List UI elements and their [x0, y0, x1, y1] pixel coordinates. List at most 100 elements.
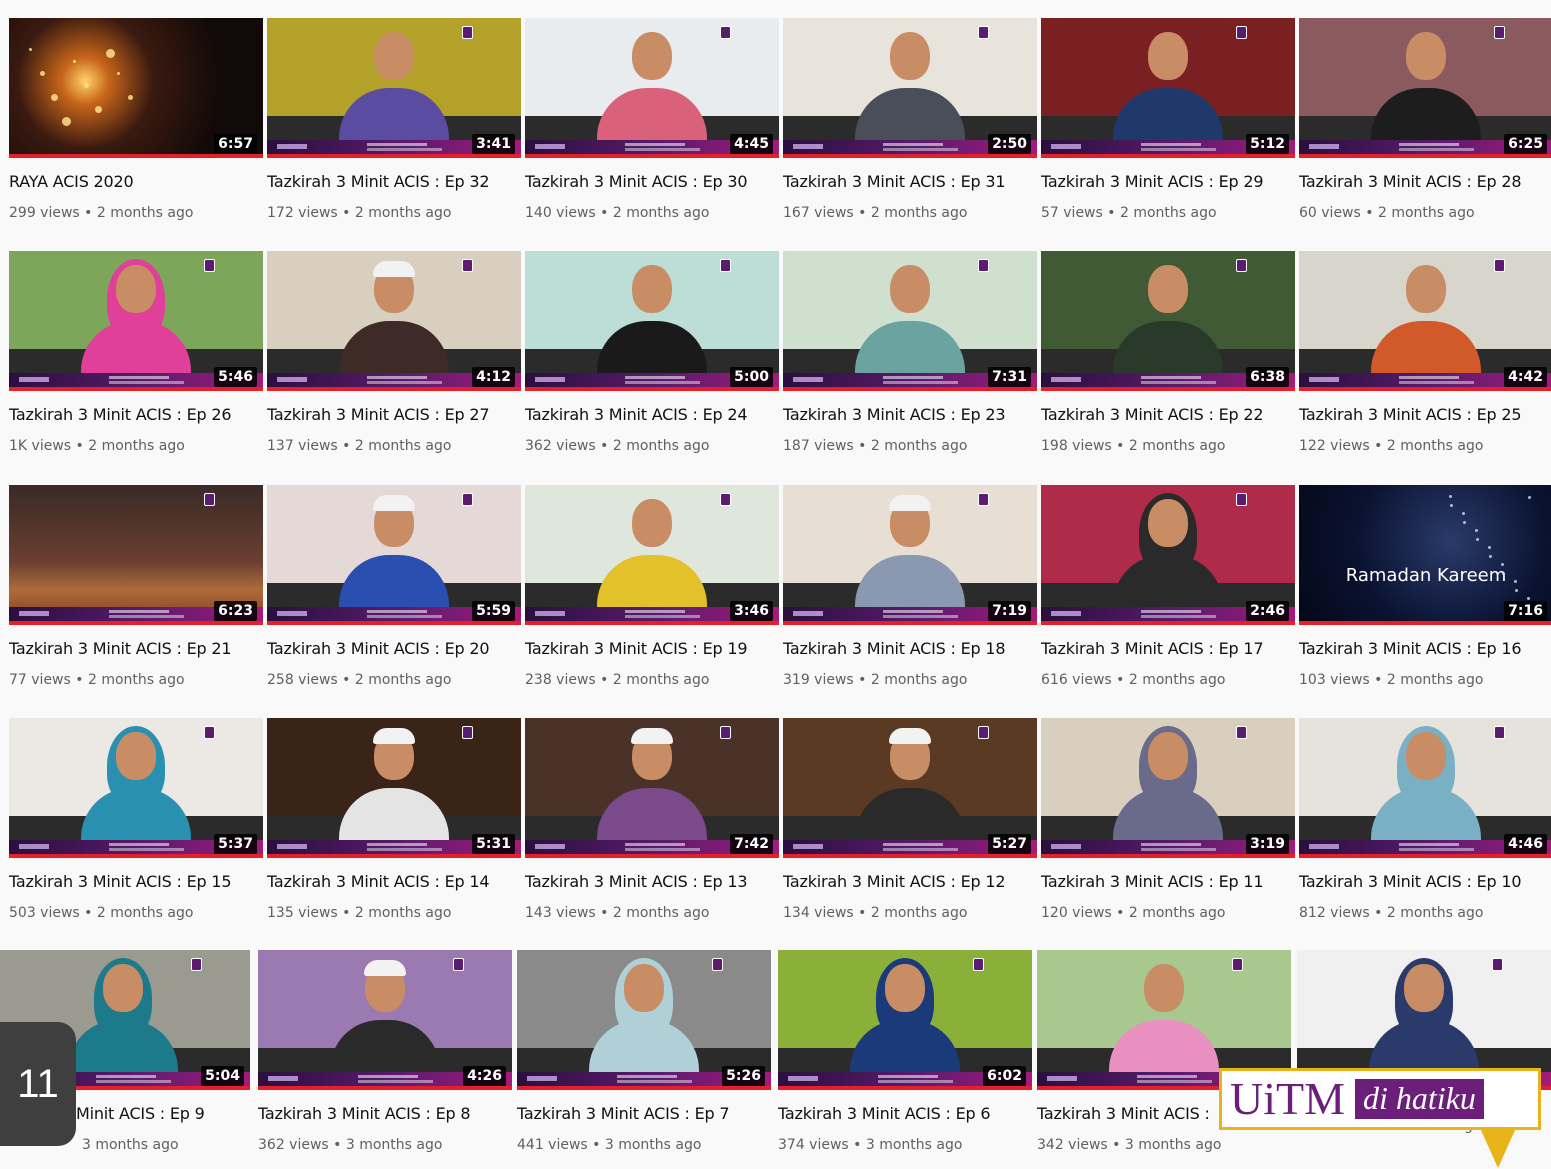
video-thumbnail[interactable]: 7:31 [783, 251, 1037, 391]
video-card[interactable]: 4:12 Tazkirah 3 Minit ACIS : Ep 27 137 vie… [267, 251, 521, 454]
video-title[interactable]: Tazkirah 3 Minit ACIS : Ep 25 [1299, 405, 1551, 424]
video-title[interactable]: Tazkirah 3 Minit ACIS : Ep 23 [783, 405, 1037, 424]
video-thumbnail[interactable]: 6:57 [9, 18, 263, 158]
video-title[interactable]: Tazkirah 3 Minit ACIS : Ep 24 [525, 405, 779, 424]
video-thumbnail[interactable]: 5:26 [517, 950, 771, 1090]
video-title[interactable]: Tazkirah 3 Minit ACIS : Ep 13 [525, 872, 779, 891]
video-title[interactable]: Tazkirah 3 Minit ACIS : Ep 7 [517, 1104, 771, 1123]
presenter-figure [339, 26, 449, 146]
video-title[interactable]: Tazkirah 3 Minit ACIS : Ep 28 [1299, 172, 1551, 191]
video-title[interactable]: Tazkirah 3 Minit ACIS : Ep 16 [1299, 639, 1551, 658]
video-thumbnail[interactable]: Ramadan Kareem 7:16 [1299, 485, 1551, 625]
video-card[interactable]: 7:31 Tazkirah 3 Minit ACIS : Ep 23 187 vie… [783, 251, 1037, 454]
video-title[interactable]: Tazkirah 3 Minit ACIS : Ep 32 [267, 172, 521, 191]
video-card[interactable]: 5:37 Tazkirah 3 Minit ACIS : Ep 15 503 vie… [9, 718, 263, 921]
video-card[interactable]: 6:23 Tazkirah 3 Minit ACIS : Ep 21 77 view… [9, 485, 263, 688]
video-title[interactable]: Tazkirah 3 Minit ACIS : Ep 30 [525, 172, 779, 191]
star [1514, 580, 1517, 583]
video-card[interactable]: 5:31 Tazkirah 3 Minit ACIS : Ep 14 135 vie… [267, 718, 521, 921]
video-card[interactable]: 3:41 Tazkirah 3 Minit ACIS : Ep 32 172 vie… [267, 18, 521, 221]
video-thumbnail[interactable]: 5:46 [9, 251, 263, 391]
video-title[interactable]: Tazkirah 3 Minit ACIS : Ep 12 [783, 872, 1037, 891]
video-thumbnail[interactable]: 3:46 [525, 485, 779, 625]
video-card[interactable]: 7:19 Tazkirah 3 Minit ACIS : Ep 18 319 vie… [783, 485, 1037, 688]
watermark-main-text: UiTM [1230, 1073, 1345, 1124]
video-title[interactable]: Tazkirah 3 Minit ACIS : Ep 8 [258, 1104, 512, 1123]
video-card[interactable]: 5:27 Tazkirah 3 Minit ACIS : Ep 12 134 vie… [783, 718, 1037, 921]
banner-tag [1051, 844, 1081, 849]
video-thumbnail[interactable]: 6:25 [1299, 18, 1551, 158]
video-meta: 374 views • 3 months ago [778, 1137, 963, 1153]
video-card[interactable]: 5:59 Tazkirah 3 Minit ACIS : Ep 20 258 vie… [267, 485, 521, 688]
video-card[interactable]: 4:26 Tazkirah 3 Minit ACIS : Ep 8 362 view… [258, 950, 512, 1153]
video-card[interactable]: 5:26 Tazkirah 3 Minit ACIS : Ep 7 441 view… [517, 950, 771, 1153]
video-card[interactable]: Ramadan Kareem 7:16 Tazkirah 3 Minit ACIS … [1299, 485, 1551, 688]
watched-progress-bar [517, 1086, 771, 1090]
video-title[interactable]: Tazkirah 3 Minit ACIS : Ep 15 [9, 872, 263, 891]
video-title[interactable]: Tazkirah 3 Minit ACIS : Ep 17 [1041, 639, 1295, 658]
video-title[interactable]: Tazkirah 3 Minit ACIS : Ep 26 [9, 405, 263, 424]
video-thumbnail[interactable]: 6:02 [778, 950, 1032, 1090]
video-thumbnail[interactable]: 2:46 [1041, 485, 1295, 625]
video-thumbnail[interactable]: 4:42 [1299, 251, 1551, 391]
video-thumbnail[interactable]: 4:45 [525, 18, 779, 158]
uitm-badge-icon [191, 958, 202, 971]
watched-progress-bar [1041, 854, 1295, 858]
banner-line [1399, 376, 1459, 379]
banner-tag [277, 611, 307, 616]
presenter-figure [1371, 259, 1481, 379]
uitm-badge-icon [712, 958, 723, 971]
presenter-head [1406, 732, 1446, 780]
video-card[interactable]: 6:02 Tazkirah 3 Minit ACIS : Ep 6 374 view… [778, 950, 1032, 1153]
video-thumbnail[interactable]: 2:50 [783, 18, 1037, 158]
video-thumbnail[interactable]: 4:12 [267, 251, 521, 391]
video-card[interactable]: 7:42 Tazkirah 3 Minit ACIS : Ep 13 143 vie… [525, 718, 779, 921]
video-thumbnail[interactable]: 5:59 [267, 485, 521, 625]
video-title[interactable]: Tazkirah 3 Minit ACIS : Ep 19 [525, 639, 779, 658]
presenter-figure [330, 958, 440, 1078]
video-card[interactable]: 4:46 Tazkirah 3 Minit ACIS : Ep 10 812 vie… [1299, 718, 1551, 921]
video-thumbnail[interactable]: 4:26 [258, 950, 512, 1090]
video-thumbnail[interactable]: 6:38 [1041, 251, 1295, 391]
video-title[interactable]: Tazkirah 3 Minit ACIS : Ep 20 [267, 639, 521, 658]
video-thumbnail[interactable]: 5:37 [9, 718, 263, 858]
video-thumbnail[interactable]: 5:00 [525, 251, 779, 391]
video-thumbnail[interactable]: 5:27 [783, 718, 1037, 858]
video-meta: 362 views • 3 months ago [258, 1137, 443, 1153]
video-thumbnail[interactable]: 6:23 [9, 485, 263, 625]
video-card[interactable]: 4:42 Tazkirah 3 Minit ACIS : Ep 25 122 vie… [1299, 251, 1551, 454]
video-thumbnail[interactable]: 3:41 [267, 18, 521, 158]
kopiah-cap [889, 495, 931, 511]
video-title[interactable]: Tazkirah 3 Minit ACIS : Ep 31 [783, 172, 1037, 191]
video-card[interactable]: 3:46 Tazkirah 3 Minit ACIS : Ep 19 238 vie… [525, 485, 779, 688]
star [1502, 572, 1505, 575]
video-card[interactable]: 2:50 Tazkirah 3 Minit ACIS : Ep 31 167 vie… [783, 18, 1037, 221]
video-thumbnail[interactable]: 7:42 [525, 718, 779, 858]
video-title[interactable]: Tazkirah 3 Minit ACIS : Ep 11 [1041, 872, 1295, 891]
presenter-figure [1113, 259, 1223, 379]
video-thumbnail[interactable]: 5:31 [267, 718, 521, 858]
video-card[interactable]: 6:57 RAYA ACIS 2020 299 views • 2 months a… [9, 18, 263, 221]
video-title[interactable]: Tazkirah 3 Minit ACIS : Ep 14 [267, 872, 521, 891]
video-card[interactable]: 5:12 Tazkirah 3 Minit ACIS : Ep 29 57 view… [1041, 18, 1295, 221]
video-title[interactable]: Tazkirah 3 Minit ACIS : Ep 6 [778, 1104, 1032, 1123]
video-thumbnail[interactable]: 4:46 [1299, 718, 1551, 858]
video-card[interactable]: 3:19 Tazkirah 3 Minit ACIS : Ep 11 120 vie… [1041, 718, 1295, 921]
video-thumbnail[interactable]: 3:19 [1041, 718, 1295, 858]
video-card[interactable]: 4:45 Tazkirah 3 Minit ACIS : Ep 30 140 vie… [525, 18, 779, 221]
uitm-badge-icon [978, 26, 989, 39]
video-title[interactable]: Tazkirah 3 Minit ACIS : Ep 27 [267, 405, 521, 424]
video-title[interactable]: Tazkirah 3 Minit ACIS : Ep 22 [1041, 405, 1295, 424]
video-card[interactable]: 6:38 Tazkirah 3 Minit ACIS : Ep 22 198 vie… [1041, 251, 1295, 454]
video-card[interactable]: 5:00 Tazkirah 3 Minit ACIS : Ep 24 362 vie… [525, 251, 779, 454]
video-card[interactable]: 2:46 Tazkirah 3 Minit ACIS : Ep 17 616 vie… [1041, 485, 1295, 688]
video-title[interactable]: Tazkirah 3 Minit ACIS : Ep 21 [9, 639, 263, 658]
video-thumbnail[interactable]: 5:12 [1041, 18, 1295, 158]
video-title[interactable]: Tazkirah 3 Minit ACIS : Ep 29 [1041, 172, 1295, 191]
video-thumbnail[interactable]: 7:19 [783, 485, 1037, 625]
video-title[interactable]: Tazkirah 3 Minit ACIS : Ep 18 [783, 639, 1037, 658]
video-card[interactable]: 5:46 Tazkirah 3 Minit ACIS : Ep 26 1K view… [9, 251, 263, 454]
video-title[interactable]: RAYA ACIS 2020 [9, 172, 263, 191]
video-card[interactable]: 6:25 Tazkirah 3 Minit ACIS : Ep 28 60 view… [1299, 18, 1551, 221]
video-title[interactable]: Tazkirah 3 Minit ACIS : Ep 10 [1299, 872, 1551, 891]
